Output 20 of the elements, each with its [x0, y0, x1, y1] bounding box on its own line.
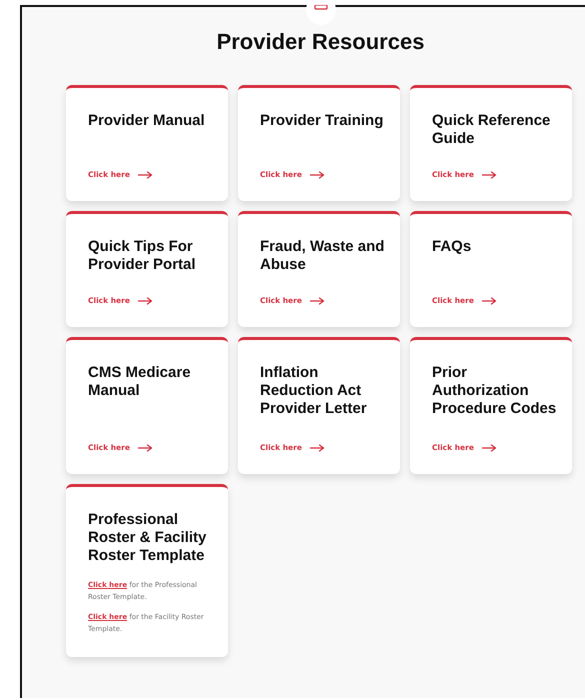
card-title: Fraud, Waste and Abuse	[260, 238, 386, 274]
card-title: Inflation Reduction Act Provider Letter	[260, 364, 368, 418]
card-title: Provider Manual	[88, 112, 206, 130]
page-title: Provider Resources	[216, 29, 424, 55]
arrow-right-icon	[482, 444, 497, 452]
arrow-right-icon	[138, 444, 153, 452]
card-title: FAQs	[432, 238, 472, 256]
card-title: Quick Tips For Provider Portal	[88, 238, 197, 274]
card-title: Quick Reference Guide	[432, 112, 552, 148]
arrow-right-icon	[138, 296, 153, 304]
card-title: Prior Authorization Procedure Codes	[432, 364, 558, 418]
arrow-right-icon	[310, 444, 325, 452]
arrow-right-icon	[482, 170, 497, 178]
arrow-right-icon	[482, 296, 497, 304]
arrow-right-icon	[310, 296, 325, 304]
card-title: Provider Training	[260, 112, 384, 130]
card-title: CMS Medicare Manual	[88, 364, 192, 400]
card-title: Professional Roster & Facility Roster Template	[88, 511, 208, 565]
arrow-right-icon	[138, 170, 153, 178]
arrow-right-icon	[310, 170, 325, 178]
